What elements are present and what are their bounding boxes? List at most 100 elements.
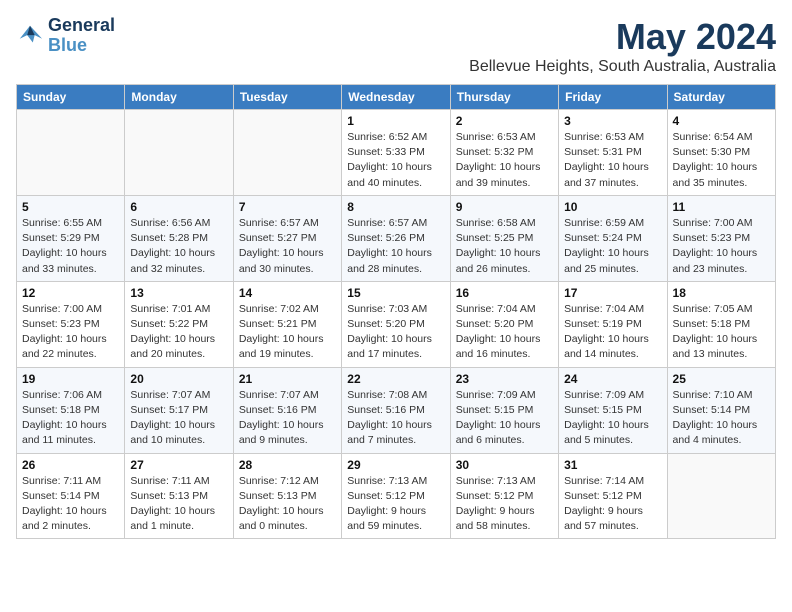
day-number: 12: [22, 286, 119, 300]
day-number: 25: [673, 372, 770, 386]
calendar-cell: 28 Sunrise: 7:12 AMSunset: 5:13 PMDayligh…: [233, 453, 341, 539]
calendar-cell: 8 Sunrise: 6:57 AMSunset: 5:26 PMDaylight…: [342, 195, 450, 281]
calendar-cell: 12 Sunrise: 7:00 AMSunset: 5:23 PMDayligh…: [17, 281, 125, 367]
calendar-week-row: 1 Sunrise: 6:52 AMSunset: 5:33 PMDaylight…: [17, 110, 776, 196]
day-info: Sunrise: 6:58 AMSunset: 5:25 PMDaylight:…: [456, 216, 553, 277]
day-info: Sunrise: 7:01 AMSunset: 5:22 PMDaylight:…: [130, 302, 227, 363]
calendar-cell: 30 Sunrise: 7:13 AMSunset: 5:12 PMDayligh…: [450, 453, 558, 539]
day-info: Sunrise: 7:09 AMSunset: 5:15 PMDaylight:…: [564, 388, 661, 449]
day-number: 27: [130, 458, 227, 472]
calendar-cell: 11 Sunrise: 7:00 AMSunset: 5:23 PMDayligh…: [667, 195, 775, 281]
calendar-cell: [667, 453, 775, 539]
calendar-cell: 25 Sunrise: 7:10 AMSunset: 5:14 PMDayligh…: [667, 367, 775, 453]
day-info: Sunrise: 6:55 AMSunset: 5:29 PMDaylight:…: [22, 216, 119, 277]
month-title: May 2024: [469, 16, 776, 58]
calendar-week-row: 19Sunrise: 7:06 AMSunset: 5:18 PMDayligh…: [17, 367, 776, 453]
calendar-cell: 3 Sunrise: 6:53 AMSunset: 5:31 PMDaylight…: [559, 110, 667, 196]
day-number: 2: [456, 114, 553, 128]
day-info: Sunrise: 7:07 AMSunset: 5:16 PMDaylight:…: [239, 388, 336, 449]
day-info: Sunrise: 7:04 AMSunset: 5:19 PMDaylight:…: [564, 302, 661, 363]
day-number: 18: [673, 286, 770, 300]
day-info: Sunrise: 7:07 AMSunset: 5:17 PMDaylight:…: [130, 388, 227, 449]
calendar-cell: 2 Sunrise: 6:53 AMSunset: 5:32 PMDaylight…: [450, 110, 558, 196]
calendar-cell: 9 Sunrise: 6:58 AMSunset: 5:25 PMDaylight…: [450, 195, 558, 281]
weekday-header: Wednesday: [342, 85, 450, 110]
calendar-table: SundayMondayTuesdayWednesdayThursdayFrid…: [16, 84, 776, 539]
calendar-week-row: 26Sunrise: 7:11 AMSunset: 5:14 PMDayligh…: [17, 453, 776, 539]
weekday-header: Tuesday: [233, 85, 341, 110]
day-number: 15: [347, 286, 444, 300]
day-number: 1: [347, 114, 444, 128]
calendar-cell: 19Sunrise: 7:06 AMSunset: 5:18 PMDayligh…: [17, 367, 125, 453]
day-number: 14: [239, 286, 336, 300]
day-number: 10: [564, 200, 661, 214]
logo-icon: [16, 22, 44, 50]
calendar-cell: 26Sunrise: 7:11 AMSunset: 5:14 PMDayligh…: [17, 453, 125, 539]
calendar-cell: 7Sunrise: 6:57 AMSunset: 5:27 PMDaylight…: [233, 195, 341, 281]
day-info: Sunrise: 7:04 AMSunset: 5:20 PMDaylight:…: [456, 302, 553, 363]
day-number: 3: [564, 114, 661, 128]
day-number: 19: [22, 372, 119, 386]
day-number: 24: [564, 372, 661, 386]
day-info: Sunrise: 6:57 AMSunset: 5:26 PMDaylight:…: [347, 216, 444, 277]
day-info: Sunrise: 7:05 AMSunset: 5:18 PMDaylight:…: [673, 302, 770, 363]
day-number: 31: [564, 458, 661, 472]
weekday-header: Sunday: [17, 85, 125, 110]
calendar-cell: 24 Sunrise: 7:09 AMSunset: 5:15 PMDayligh…: [559, 367, 667, 453]
calendar-cell: 5Sunrise: 6:55 AMSunset: 5:29 PMDaylight…: [17, 195, 125, 281]
calendar-cell: 15 Sunrise: 7:03 AMSunset: 5:20 PMDayligh…: [342, 281, 450, 367]
calendar-cell: 14 Sunrise: 7:02 AMSunset: 5:21 PMDayligh…: [233, 281, 341, 367]
day-info: Sunrise: 6:52 AMSunset: 5:33 PMDaylight:…: [347, 130, 444, 191]
day-number: 30: [456, 458, 553, 472]
calendar-cell: 31 Sunrise: 7:14 AMSunset: 5:12 PMDayligh…: [559, 453, 667, 539]
calendar-cell: 1 Sunrise: 6:52 AMSunset: 5:33 PMDaylight…: [342, 110, 450, 196]
calendar-cell: 21 Sunrise: 7:07 AMSunset: 5:16 PMDayligh…: [233, 367, 341, 453]
day-number: 4: [673, 114, 770, 128]
calendar-cell: 22Sunrise: 7:08 AMSunset: 5:16 PMDayligh…: [342, 367, 450, 453]
calendar-cell: 23Sunrise: 7:09 AMSunset: 5:15 PMDayligh…: [450, 367, 558, 453]
weekday-header: Saturday: [667, 85, 775, 110]
calendar-cell: 13 Sunrise: 7:01 AMSunset: 5:22 PMDayligh…: [125, 281, 233, 367]
weekday-header: Friday: [559, 85, 667, 110]
weekday-header: Monday: [125, 85, 233, 110]
calendar-cell: 18 Sunrise: 7:05 AMSunset: 5:18 PMDayligh…: [667, 281, 775, 367]
day-info: Sunrise: 7:00 AMSunset: 5:23 PMDaylight:…: [673, 216, 770, 277]
calendar-week-row: 5Sunrise: 6:55 AMSunset: 5:29 PMDaylight…: [17, 195, 776, 281]
day-number: 22: [347, 372, 444, 386]
day-number: 8: [347, 200, 444, 214]
logo: General Blue: [16, 16, 115, 56]
day-info: Sunrise: 7:13 AMSunset: 5:12 PMDaylight:…: [456, 474, 553, 535]
day-number: 13: [130, 286, 227, 300]
day-number: 6: [130, 200, 227, 214]
calendar-cell: 6 Sunrise: 6:56 AMSunset: 5:28 PMDaylight…: [125, 195, 233, 281]
day-info: Sunrise: 7:12 AMSunset: 5:13 PMDaylight:…: [239, 474, 336, 535]
day-number: 11: [673, 200, 770, 214]
day-number: 17: [564, 286, 661, 300]
day-info: Sunrise: 6:56 AMSunset: 5:28 PMDaylight:…: [130, 216, 227, 277]
day-info: Sunrise: 7:00 AMSunset: 5:23 PMDaylight:…: [22, 302, 119, 363]
day-info: Sunrise: 7:11 AMSunset: 5:13 PMDaylight:…: [130, 474, 227, 535]
calendar-cell: [125, 110, 233, 196]
day-info: Sunrise: 7:09 AMSunset: 5:15 PMDaylight:…: [456, 388, 553, 449]
day-number: 7: [239, 200, 336, 214]
logo-text-line2: Blue: [48, 36, 115, 56]
day-info: Sunrise: 7:03 AMSunset: 5:20 PMDaylight:…: [347, 302, 444, 363]
logo-text-line1: General: [48, 16, 115, 36]
day-info: Sunrise: 7:02 AMSunset: 5:21 PMDaylight:…: [239, 302, 336, 363]
day-number: 9: [456, 200, 553, 214]
weekday-header: Thursday: [450, 85, 558, 110]
calendar-cell: 10 Sunrise: 6:59 AMSunset: 5:24 PMDayligh…: [559, 195, 667, 281]
day-info: Sunrise: 6:53 AMSunset: 5:31 PMDaylight:…: [564, 130, 661, 191]
day-number: 28: [239, 458, 336, 472]
calendar-cell: 27 Sunrise: 7:11 AMSunset: 5:13 PMDayligh…: [125, 453, 233, 539]
calendar-cell: 20Sunrise: 7:07 AMSunset: 5:17 PMDayligh…: [125, 367, 233, 453]
calendar-cell: 16Sunrise: 7:04 AMSunset: 5:20 PMDayligh…: [450, 281, 558, 367]
day-number: 21: [239, 372, 336, 386]
day-number: 26: [22, 458, 119, 472]
day-info: Sunrise: 7:14 AMSunset: 5:12 PMDaylight:…: [564, 474, 661, 535]
day-info: Sunrise: 6:53 AMSunset: 5:32 PMDaylight:…: [456, 130, 553, 191]
calendar-header-row: SundayMondayTuesdayWednesdayThursdayFrid…: [17, 85, 776, 110]
day-info: Sunrise: 6:59 AMSunset: 5:24 PMDaylight:…: [564, 216, 661, 277]
day-info: Sunrise: 7:10 AMSunset: 5:14 PMDaylight:…: [673, 388, 770, 449]
calendar-cell: [17, 110, 125, 196]
